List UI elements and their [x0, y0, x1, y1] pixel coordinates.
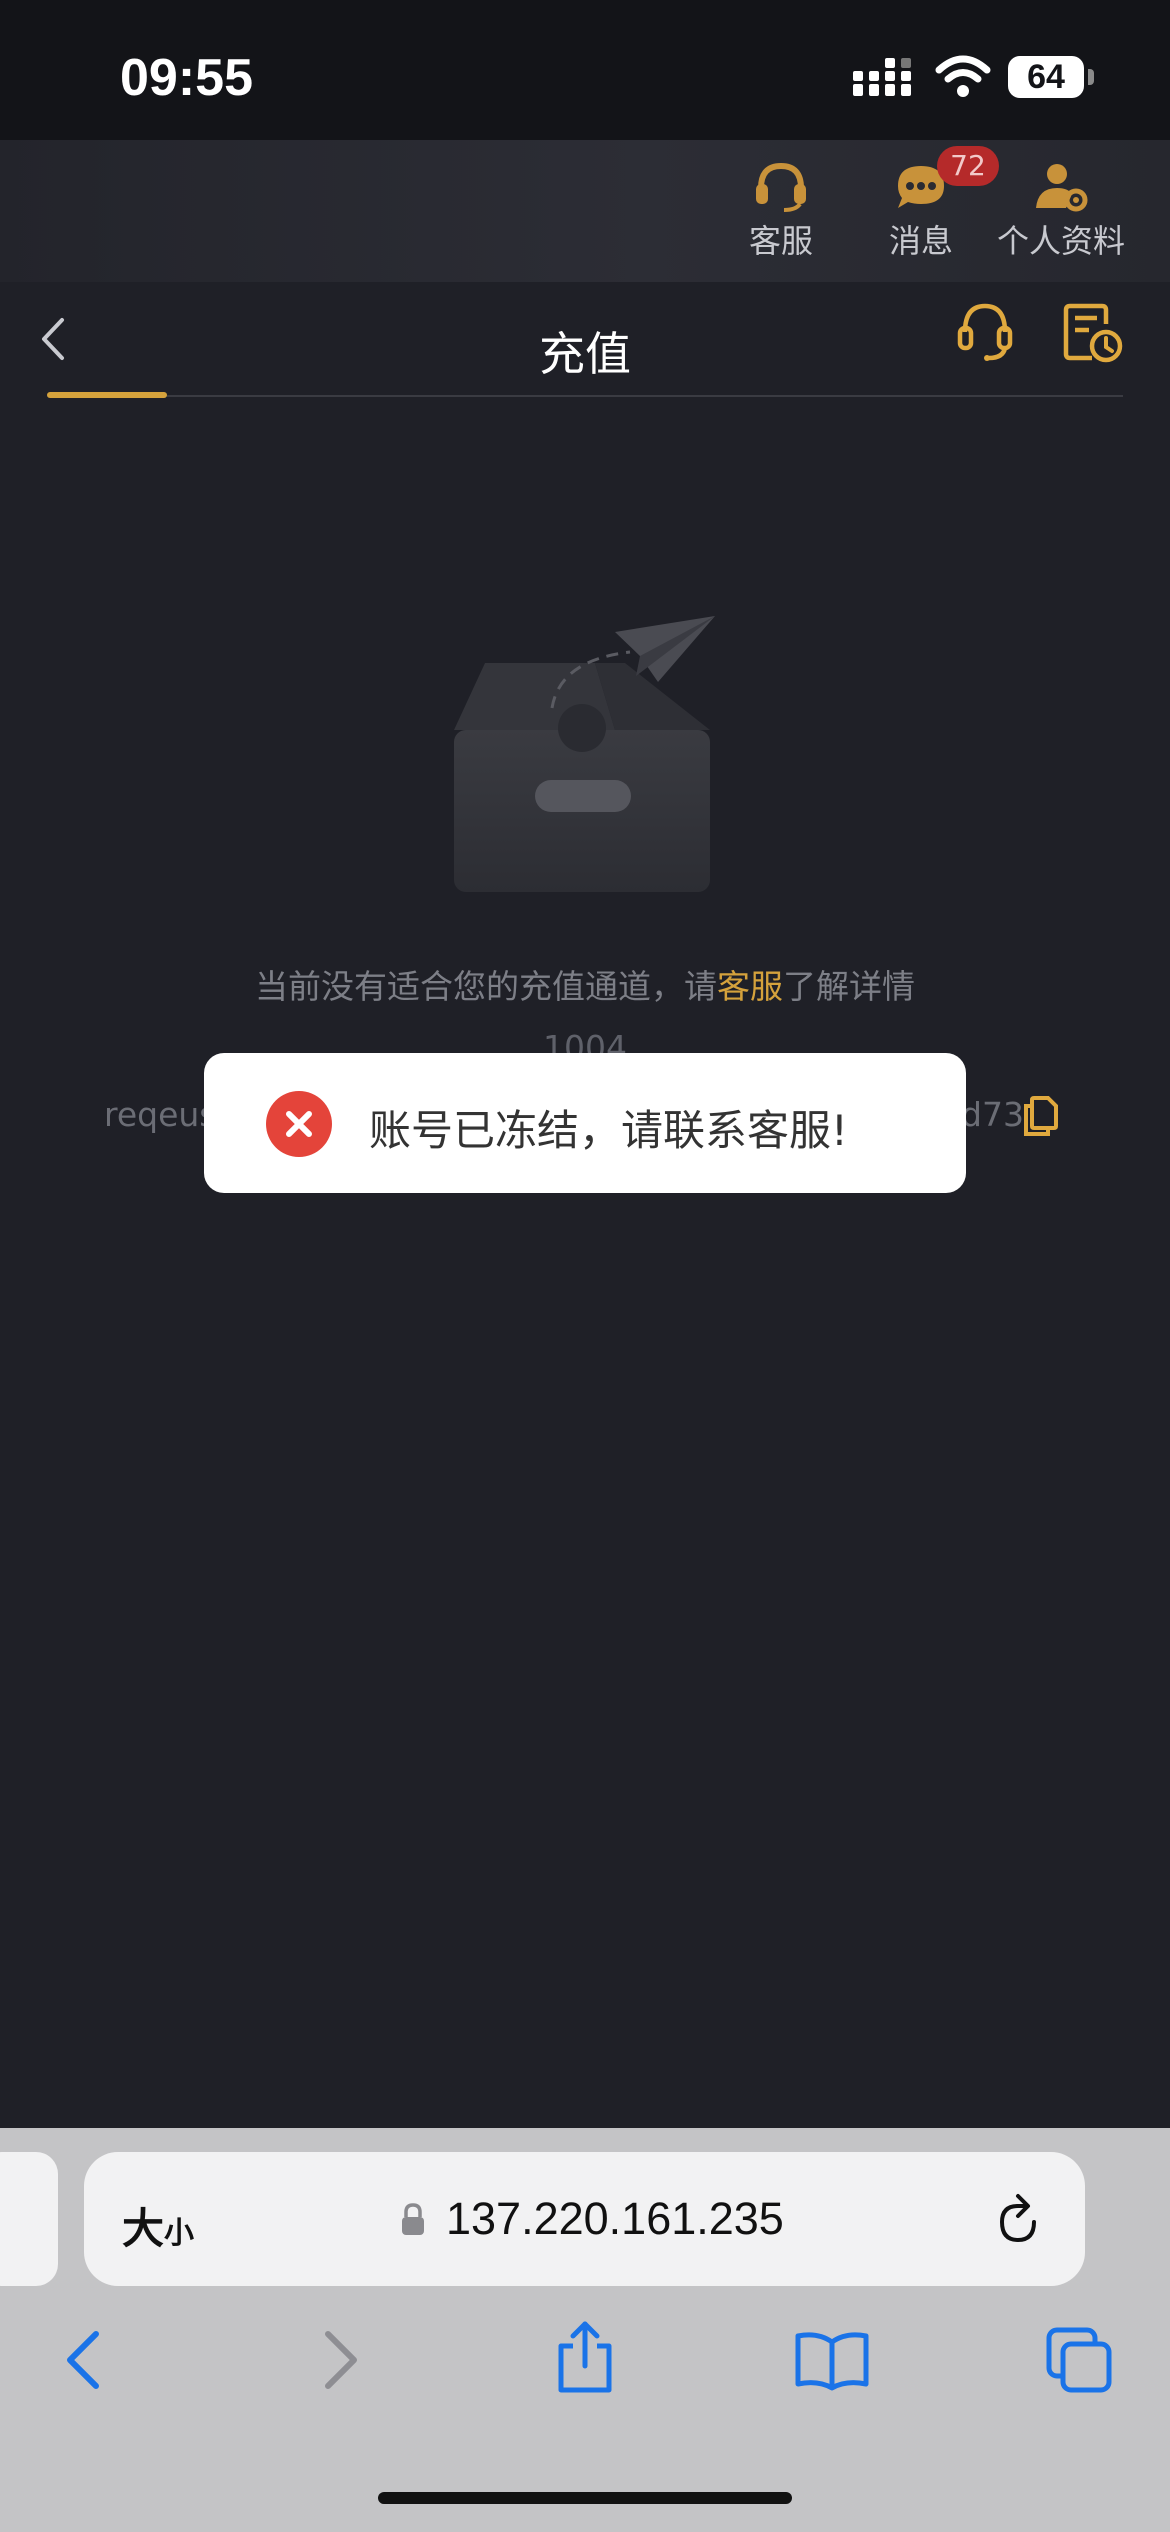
empty-box-illustration — [454, 616, 715, 892]
headset-icon[interactable] — [955, 300, 1015, 364]
share-icon[interactable] — [553, 2320, 617, 2396]
previous-tab-peek[interactable] — [0, 2152, 58, 2286]
empty-state-message: 当前没有适合您的充值通道，请客服了解详情 — [0, 960, 1170, 1008]
battery-indicator: 64 — [1008, 56, 1084, 98]
top-nav-customer-service[interactable]: 客服 — [711, 160, 851, 262]
error-toast: 账号已冻结，请联系客服! — [204, 1053, 966, 1193]
header-divider — [47, 395, 1123, 397]
user-settings-icon — [1036, 164, 1088, 212]
url-text[interactable]: 137.220.161.235 — [446, 2193, 784, 2245]
bookmarks-icon[interactable] — [794, 2330, 870, 2392]
cellular-signal-icon — [853, 58, 911, 96]
tabs-icon[interactable] — [1045, 2326, 1115, 2396]
record-history-icon[interactable] — [1062, 302, 1124, 364]
wifi-icon — [935, 55, 991, 97]
browser-forward-icon[interactable] — [314, 2328, 364, 2392]
text-size-big: 大 — [122, 2204, 165, 2253]
battery-cap — [1088, 69, 1094, 85]
status-time: 09:55 — [120, 49, 253, 107]
request-id-label: reqeus — [104, 1095, 217, 1134]
toast-message: 账号已冻结，请联系客服! — [369, 1106, 848, 1155]
text-size-small: 小 — [164, 2216, 195, 2251]
unread-messages-badge: 72 — [937, 146, 999, 186]
browser-back-icon[interactable] — [60, 2328, 110, 2392]
reload-icon[interactable] — [990, 2190, 1046, 2250]
empty-message-suffix: 了解详情 — [783, 967, 915, 1006]
top-nav-customer-service-label: 客服 — [748, 222, 813, 260]
request-id-value: d73 — [961, 1095, 1024, 1134]
text-size-button[interactable]: 大小 — [122, 2195, 194, 2256]
home-indicator — [378, 2492, 792, 2504]
lock-icon — [402, 2203, 424, 2235]
error-close-icon — [266, 1091, 332, 1157]
active-tab-indicator — [47, 392, 167, 398]
headset-icon — [756, 162, 806, 212]
customer-service-link[interactable]: 客服 — [717, 967, 783, 1006]
copy-icon[interactable] — [1022, 1094, 1060, 1136]
top-nav-messages-label: 消息 — [888, 222, 953, 260]
top-nav-profile[interactable]: 个人资料 — [991, 160, 1131, 262]
empty-message-prefix: 当前没有适合您的充值通道，请 — [255, 967, 717, 1006]
top-nav-profile-label: 个人资料 — [996, 222, 1125, 260]
